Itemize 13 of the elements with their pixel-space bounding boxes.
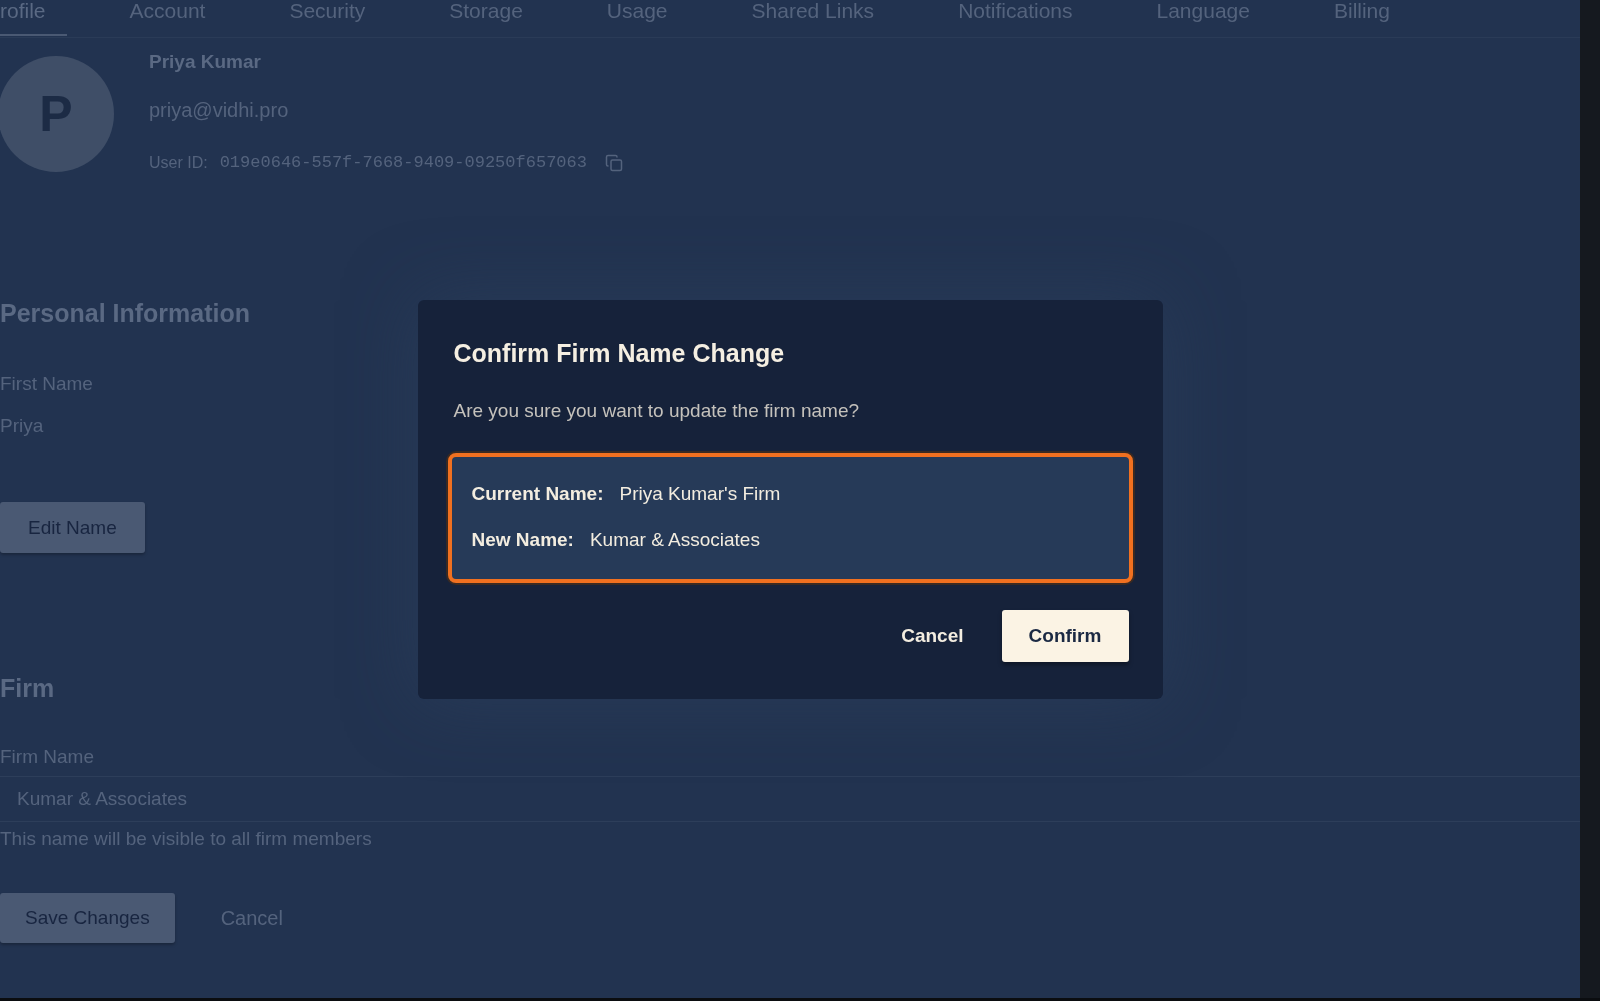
dialog-title: Confirm Firm Name Change [453, 337, 786, 368]
cancel-button[interactable]: Cancel [885, 609, 980, 662]
summary-label: Current Name: [471, 482, 604, 505]
summary-label: New Name: [471, 528, 574, 551]
tab[interactable]: rofile [0, 0, 67, 36]
confirm-button[interactable]: Confirm [1001, 609, 1129, 662]
dialog-message: Are you sure you want to update the firm name? [453, 399, 861, 422]
copy-icon[interactable] [604, 154, 623, 172]
user-name: Priya Kumar [149, 50, 261, 74]
section-heading: Firm [0, 673, 55, 703]
summary-value: Kumar & Associates [589, 528, 760, 551]
summary-value: Priya Kumar's Firm [619, 482, 781, 505]
section-heading: Personal Information [0, 298, 251, 328]
